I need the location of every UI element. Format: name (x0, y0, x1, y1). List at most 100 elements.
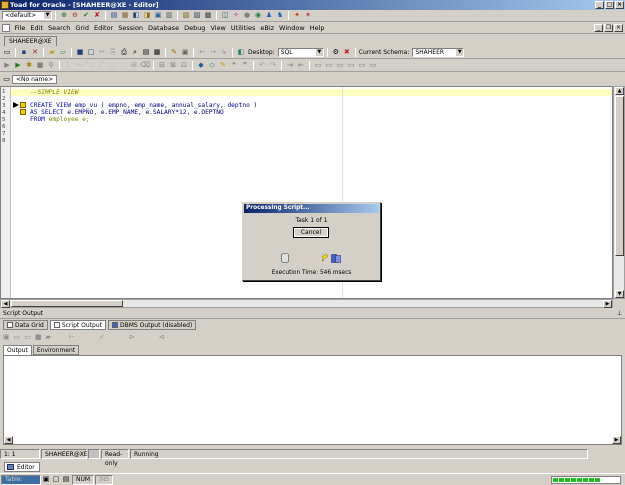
pin-icon[interactable]: ⊥ (617, 309, 622, 319)
new-tab-icon[interactable]: ▭ (2, 48, 12, 58)
tool-g-icon[interactable]: ⊞ (129, 61, 139, 71)
editor-tab-no-name[interactable]: <No name> (12, 75, 58, 84)
tool-n-icon[interactable]: ▭ (346, 61, 356, 71)
output-tool-c-icon[interactable]: ▭ (24, 333, 31, 341)
execute-script-icon[interactable]: ▶ (13, 61, 23, 71)
tool-j-icon[interactable]: ⊡ (179, 61, 189, 71)
taskbar-icon-c[interactable]: ▤ (61, 475, 71, 485)
forward-arrow-icon[interactable]: → (208, 48, 218, 58)
connection-combo[interactable]: <default> ▼ (2, 11, 52, 20)
procedure-icon[interactable]: ◨ (142, 11, 152, 21)
desktop-combo[interactable]: SQL ▼ (277, 48, 324, 57)
editor-horizontal-scrollbar[interactable]: ◀ ▶ (0, 299, 613, 308)
commit-icon[interactable]: ✔ (81, 11, 91, 21)
tool-l-icon[interactable]: ▭ (324, 61, 334, 71)
editor-vertical-scrollbar[interactable]: ▲ ▼ (613, 86, 625, 299)
connection-tab[interactable]: SHAHEER@XE (4, 36, 57, 46)
tool-o-icon[interactable]: ▭ (357, 61, 367, 71)
output-stop-icon[interactable]: ■ (35, 333, 42, 341)
sql-recall-icon[interactable]: ◇ (207, 61, 217, 71)
layout-icon[interactable]: ⚙ (331, 48, 341, 58)
window-icon[interactable]: ▣ (180, 48, 190, 58)
menu-edit[interactable]: Edit (28, 23, 46, 33)
menu-ebiz[interactable]: eBiz (258, 23, 277, 33)
menu-grid[interactable]: Grid (73, 23, 92, 33)
copy-icon[interactable]: ⎘ (108, 48, 118, 58)
open-file-icon[interactable]: ▰ (47, 48, 57, 58)
save-icon[interactable]: ▪ (19, 48, 29, 58)
output-scroll-left-icon[interactable]: ◀ (4, 436, 13, 444)
wizard-icon[interactable]: ✧ (231, 11, 241, 21)
taskbar-table-item[interactable]: Table: SCO (1, 474, 41, 485)
layout-close-icon[interactable]: ✖ (342, 48, 352, 58)
cut-icon[interactable]: ✂ (97, 48, 107, 58)
taskbar-icon-a[interactable]: ▣ (41, 475, 51, 485)
menu-window[interactable]: Window (277, 23, 308, 33)
save-file-icon[interactable]: ■ (75, 48, 85, 58)
window-tab-editor[interactable]: Editor (4, 462, 40, 472)
explain-plan-icon[interactable]: ⚲ (46, 61, 56, 71)
taskbar-icon-b[interactable]: ▢ (51, 475, 61, 485)
subtab-environment[interactable]: Environment (32, 345, 80, 355)
tool-k-icon[interactable]: ▭ (313, 61, 323, 71)
export-icon[interactable]: ▨ (192, 11, 202, 21)
tool-b-icon[interactable]: ⋯ (74, 61, 84, 71)
scroll-right-icon[interactable]: ▶ (603, 300, 612, 308)
output-tool-e-icon[interactable]: ✓ (99, 333, 105, 341)
back-arrow-icon[interactable]: ← (197, 48, 207, 58)
comment-icon[interactable]: ❝ (229, 61, 239, 71)
sql-icon[interactable]: ◧ (131, 11, 141, 21)
script-output-area[interactable]: ◀ ▶ (3, 355, 622, 445)
menu-view[interactable]: View (208, 23, 228, 33)
menu-editor[interactable]: Editor (91, 23, 115, 33)
minimize-button[interactable]: _ (595, 1, 604, 9)
redo-icon[interactable]: ↷ (268, 61, 278, 71)
uncomment-icon[interactable]: ❞ (240, 61, 250, 71)
desktop-icon[interactable]: ◧ (236, 48, 246, 58)
output-tool-a-icon[interactable]: ▣ (3, 333, 10, 341)
output-tool-f-icon[interactable]: ⊳ (129, 333, 135, 341)
tool-c-icon[interactable]: ⋱ (85, 61, 95, 71)
editor-icon[interactable]: ▤ (109, 11, 119, 21)
output-open-icon[interactable]: ▰ (46, 333, 51, 341)
grid-icon[interactable]: ▥ (164, 11, 174, 21)
new-connection-icon[interactable]: ⊕ (59, 11, 69, 21)
disconnect-icon[interactable]: ⊖ (70, 11, 80, 21)
trash-icon[interactable]: ⌫ (140, 61, 150, 71)
print-icon[interactable]: ⎙ (119, 48, 129, 58)
format-icon[interactable]: ▤ (141, 48, 151, 58)
tool-d-icon[interactable]: ⋰ (96, 61, 106, 71)
output-scroll-right-icon[interactable]: ▶ (612, 436, 621, 444)
load-icon[interactable]: ▱ (58, 48, 68, 58)
tool-e-icon[interactable]: ∴ (107, 61, 117, 71)
outdent-icon[interactable]: ⇤ (296, 61, 306, 71)
indent-icon[interactable]: ⇥ (285, 61, 295, 71)
menu-search[interactable]: Search (45, 23, 72, 33)
tool-i-icon[interactable]: ⊠ (168, 61, 178, 71)
tool-h-icon[interactable]: ⊟ (157, 61, 167, 71)
output-tool-d-icon[interactable]: ⊢ (69, 333, 75, 341)
tool-m-icon[interactable]: ▭ (335, 61, 345, 71)
tab-list-icon[interactable]: ▭ (2, 75, 11, 84)
scroll-left-icon[interactable]: ◀ (1, 300, 10, 308)
horizontal-scroll-thumb[interactable] (11, 300, 123, 307)
mdi-restore-button[interactable]: ❐ (604, 24, 613, 32)
scroll-up-icon[interactable]: ▲ (615, 87, 624, 95)
grid-toggle-icon[interactable]: ▦ (152, 48, 162, 58)
cancel-button[interactable]: Cancel (293, 227, 329, 238)
menu-help[interactable]: Help (307, 23, 327, 33)
schema-browser-icon[interactable]: ▦ (120, 11, 130, 21)
rollback-icon[interactable]: ✘ (92, 11, 102, 21)
save-as-icon[interactable]: □ (86, 48, 96, 58)
output-tool-g-icon[interactable]: ⊲ (159, 333, 165, 341)
report-icon[interactable]: ▧ (181, 11, 191, 21)
menu-file[interactable]: File (12, 23, 28, 33)
dbms-icon[interactable]: ✦ (292, 11, 302, 21)
menu-utilities[interactable]: Utilities (228, 23, 257, 33)
close-tab-icon[interactable]: ✕ (30, 48, 40, 58)
run-icon[interactable]: ✱ (24, 61, 34, 71)
scroll-down-icon[interactable]: ▼ (615, 290, 624, 298)
bookmark-icon[interactable]: ✎ (218, 61, 228, 71)
tab-script-output[interactable]: Script Output (49, 320, 106, 330)
tab-data-grid[interactable]: Data Grid (3, 320, 48, 330)
